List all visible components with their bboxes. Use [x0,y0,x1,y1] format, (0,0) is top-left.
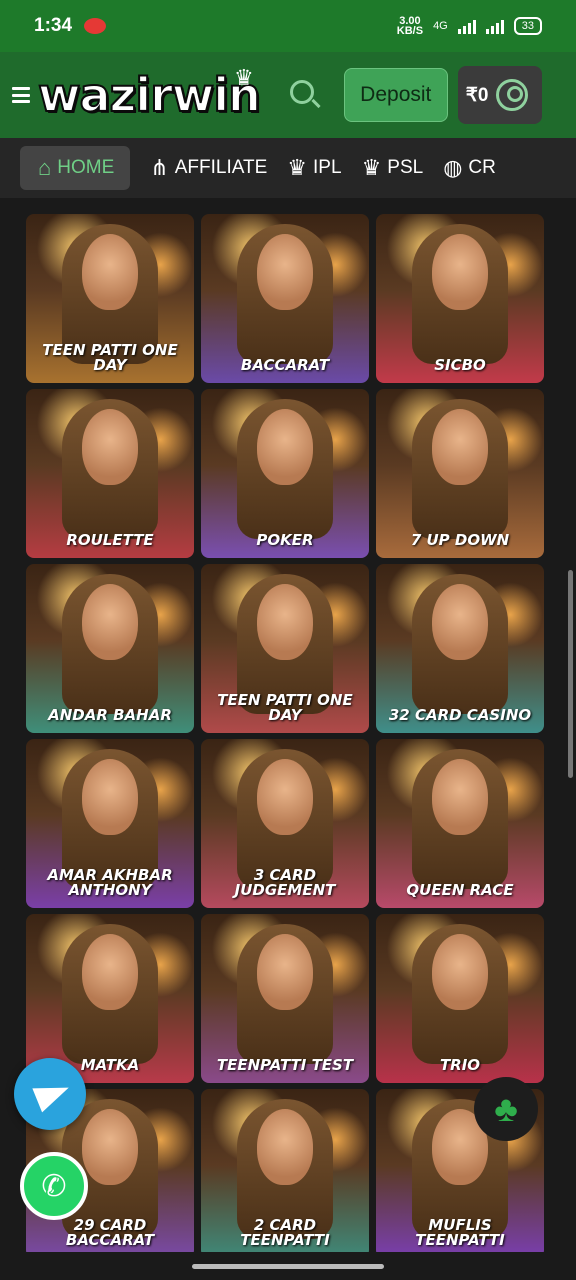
game-card-label: MUFLIS TEENPATTI [415,1216,505,1249]
tab-psl[interactable]: ♛ PSL [362,146,424,190]
game-card[interactable]: AMAR AKHBAR ANTHONY [26,739,194,908]
status-right: 3.00 KB/S 4G 33 [396,15,542,37]
game-card-label: POKER [256,531,314,549]
crown-icon: ♛ [234,65,254,90]
game-card-label: 7 UP DOWN [410,531,510,549]
tab-home[interactable]: ⌂ HOME [20,146,131,190]
game-card[interactable]: QUEEN RACE [376,739,544,908]
scrollbar[interactable] [568,570,573,778]
system-nav-bar [0,1252,576,1280]
game-card-label: AMAR AKHBAR ANTHONY [47,866,173,899]
game-card-label: ROULETTE [66,531,154,549]
battery-icon: 33 [513,17,542,35]
game-card-label: 3 CARD JUDGEMENT [234,866,336,899]
home-gesture-bar[interactable] [192,1264,384,1269]
network-type: 4G [433,20,448,32]
game-card[interactable]: ANDAR BAHAR [26,564,194,733]
signal-icon-2 [485,18,504,34]
whatsapp-icon: ✆ [41,1169,67,1203]
search-icon[interactable] [288,78,322,112]
game-card[interactable]: 3 CARD JUDGEMENT [201,739,369,908]
tab-affiliate[interactable]: ⋔ AFFILIATE [150,146,267,190]
game-card-label: TRIO [439,1056,481,1074]
trophy-icon: ♛ [287,155,308,180]
app-header: wazirwin ♛ Deposit ₹0 [0,52,576,138]
share-icon: ⋔ [150,155,169,180]
clover-button[interactable]: ♣ [474,1077,538,1141]
game-card-label: 32 CARD CASINO [388,706,532,724]
balance: ₹0 [465,84,489,106]
game-card-label: SICBO [434,356,486,374]
tab-cricket[interactable]: ◍ CR [443,146,496,190]
network-speed: 3.00 KB/S [396,15,424,37]
game-card-label: QUEEN RACE [406,881,514,899]
game-card-label: BACCARAT [240,356,330,374]
deposit-button[interactable]: Deposit [343,68,448,122]
menu-icon[interactable] [12,87,30,103]
game-card-label: TEENPATTI TEST [216,1056,354,1074]
status-bar: 1:34 3.00 KB/S 4G 33 [0,0,576,52]
telegram-icon [32,1075,74,1113]
game-card[interactable]: TEEN PATTI ONE DAY [26,214,194,383]
user-icon [496,79,529,111]
game-card-label: 2 CARD TEENPATTI [240,1216,330,1249]
logo[interactable]: wazirwin ♛ [37,65,262,123]
carrier-icon [84,18,107,34]
cricket-icon: ◍ [443,155,463,180]
game-card[interactable]: BACCARAT [201,214,369,383]
clover-icon: ♣ [494,1088,518,1129]
game-card-label: TEEN PATTI ONE DAY [42,341,178,374]
game-card[interactable]: ROULETTE [26,389,194,558]
game-card-label: 29 CARD BACCARAT [65,1216,155,1249]
game-card[interactable]: 2 CARD TEENPATTI [201,1089,369,1258]
status-time: 1:34 [34,15,73,36]
category-tabs: ⌂ HOME ⋔ AFFILIATE ♛ IPL ♛ PSL ◍ CR [0,138,576,198]
game-card[interactable]: 7 UP DOWN [376,389,544,558]
wallet-button[interactable]: ₹0 [457,66,542,124]
whatsapp-button[interactable]: ✆ [20,1152,88,1220]
game-grid: TEEN PATTI ONE DAY BACCARAT SICBO ROULETTE P… [26,214,546,1258]
game-card[interactable]: POKER [201,389,369,558]
trophy-icon: ♛ [361,155,382,180]
game-card[interactable]: TEENPATTI TEST [201,914,369,1083]
game-card[interactable]: 32 CARD CASINO [376,564,544,733]
home-icon: ⌂ [38,155,52,180]
tab-ipl[interactable]: ♛ IPL [287,146,341,190]
game-card[interactable]: TEEN PATTI ONE DAY [201,564,369,733]
game-card[interactable]: SICBO [376,214,544,383]
game-card-label: ANDAR BAHAR [48,706,172,724]
game-card-label: TEEN PATTI ONE DAY [217,691,353,724]
signal-icon [457,18,476,34]
telegram-button[interactable] [14,1058,86,1130]
game-card[interactable]: TRIO [376,914,544,1083]
